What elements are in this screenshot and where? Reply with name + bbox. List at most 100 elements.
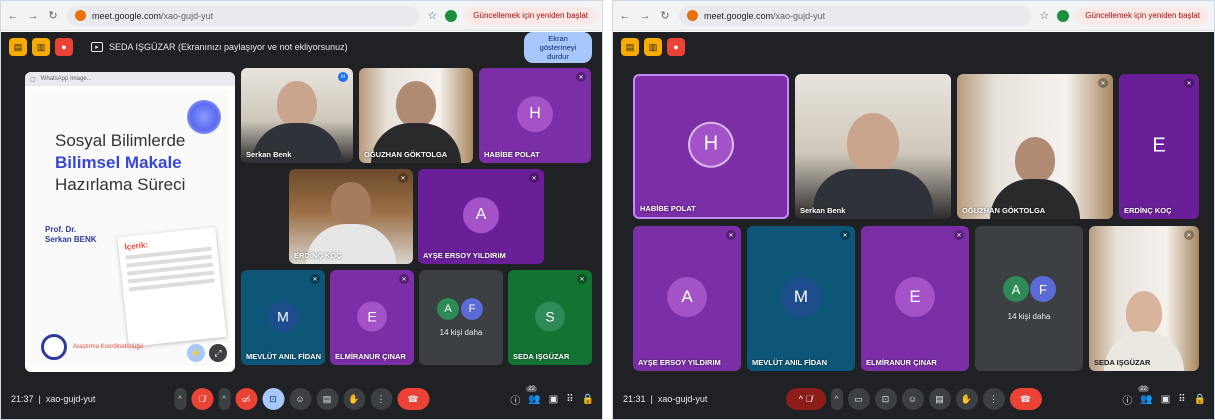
raise-hand-button[interactable]: ✋ (955, 388, 978, 410)
people-icon[interactable]: 👥 22 (526, 385, 541, 405)
participant-tile[interactable]: ✕ S SEDA IŞGÜZAR (508, 270, 592, 365)
camera-off-button[interactable]: ▭̸ (235, 388, 257, 410)
fullscreen-icon[interactable]: ⤢ (209, 344, 227, 362)
host-controls-icon[interactable]: 🔒 (1194, 394, 1206, 405)
activities-icon[interactable]: ▥ (32, 38, 50, 56)
update-button[interactable]: Güncellemek için yeniden başlat (465, 6, 596, 25)
site-favicon-icon (75, 10, 86, 21)
participant-tile[interactable]: ✕ A AYŞE ERSOY YILDIRIM (633, 226, 741, 371)
share-banner-text: SEDA IŞGÜZAR (Ekranınızı paylaşıyor ve n… (109, 42, 348, 52)
participant-tile[interactable]: ııı Serkan Benk (241, 68, 353, 163)
present-button[interactable]: ⊡ (262, 388, 284, 410)
participant-tile[interactable]: Serkan Benk (795, 74, 951, 219)
captions-button[interactable]: ▤ (928, 388, 951, 410)
meet-topbar: ▤ ▥ ● (9, 38, 73, 56)
more-participants-tile[interactable]: A F 14 kişi daha (419, 270, 503, 365)
participant-avatar: F (1030, 276, 1056, 302)
meeting-info: 21:31 | xao-gujd-yut (623, 394, 773, 404)
bookmark-star-icon[interactable]: ☆ (427, 9, 437, 22)
url-host: meet.google.com (704, 10, 774, 21)
record-icon[interactable]: ● (55, 38, 73, 56)
leave-call-button[interactable]: ☎ (397, 388, 429, 410)
captions-button[interactable]: ▤ (316, 388, 338, 410)
effects-icon[interactable]: ⚡ (187, 344, 205, 362)
emoji-button[interactable]: ☺ (289, 388, 311, 410)
participant-tile[interactable]: ✕ SEDA IŞGÜZAR (1089, 226, 1199, 371)
call-controls: ^ 🎙̸ ^ ▭ ⊡ ☺ ▤ ✋ ⋮ ☎ (785, 388, 1042, 410)
info-icon[interactable]: ⓘ (1122, 392, 1132, 407)
host-controls-icon[interactable]: 🔒 (582, 394, 594, 405)
participant-tile[interactable]: ✕ ERDİNÇ KOÇ (289, 169, 413, 264)
meet-topbar: ▤ ▥ ● (621, 38, 685, 56)
back-icon[interactable]: ← (7, 10, 19, 22)
update-button[interactable]: Güncellemek için yeniden başlat (1077, 6, 1208, 25)
mic-muted-icon: ✕ (577, 274, 587, 284)
emoji-button[interactable]: ☺ (901, 388, 924, 410)
participant-avatar: A (1003, 276, 1029, 302)
record-icon[interactable]: ● (667, 38, 685, 56)
camera-options-chevron-icon[interactable]: ^ (218, 388, 230, 410)
notes-icon[interactable]: ▤ (9, 38, 27, 56)
raise-hand-button[interactable]: ✋ (343, 388, 365, 410)
participant-name: HABİBE POLAT (484, 150, 540, 159)
camera-options-chevron-icon[interactable]: ^ (830, 388, 843, 410)
chat-icon[interactable]: ▣ (1161, 394, 1170, 405)
clock: 21:37 (11, 394, 34, 404)
participant-tile[interactable]: ✕ H HABİBE POLAT (479, 68, 591, 163)
participant-name: ELMİRANUR ÇINAR (866, 358, 937, 367)
more-options-button[interactable]: ⋮ (982, 388, 1005, 410)
participant-tile[interactable]: ✕ A AYŞE ERSOY YILDIRIM (418, 169, 544, 264)
stop-sharing-button[interactable]: Ekran göstermeyi durdur (524, 31, 592, 63)
chat-icon[interactable]: ▣ (549, 394, 558, 405)
participant-tile[interactable]: ✕ OĞUZHAN GÖKTOLGA (957, 74, 1113, 219)
presentation-controls: ⚡ ⤢ (187, 344, 227, 362)
bookmark-star-icon[interactable]: ☆ (1039, 9, 1049, 22)
participant-tile[interactable]: OĞUZHAN GÖKTOLGA (359, 68, 473, 163)
forward-icon[interactable]: → (27, 10, 39, 22)
mic-off-button[interactable]: 🎙̸ (191, 388, 213, 410)
reload-icon[interactable]: ↻ (47, 9, 59, 22)
mic-muted-icon: ✕ (1184, 230, 1194, 240)
left-screenshot: ← → ↻ meet.google.com/xao-gujd-yut ☆ Gün… (0, 0, 603, 420)
separator: | (650, 394, 653, 404)
screen-share-banner: ▸ SEDA IŞGÜZAR (Ekranınızı paylaşıyor ve… (91, 31, 592, 63)
participant-tile[interactable]: ✕ E ELMİRANUR ÇINAR (861, 226, 969, 371)
address-bar[interactable]: meet.google.com/xao-gujd-yut (67, 5, 420, 26)
participant-tile[interactable]: ✕ M MEVLÜT ANIL FİDAN (747, 226, 855, 371)
people-icon[interactable]: 👥 22 (1138, 385, 1153, 405)
participant-name: OĞUZHAN GÖKTOLGA (962, 206, 1046, 215)
participant-avatar: S (535, 301, 565, 331)
participant-tile[interactable]: H HABİBE POLAT (633, 74, 789, 219)
activities-grid-icon[interactable]: ⠿ (566, 394, 573, 405)
present-button[interactable]: ⊡ (874, 388, 897, 410)
mic-muted-icon: ✕ (1184, 78, 1194, 88)
notes-icon[interactable]: ▤ (621, 38, 639, 56)
participant-tile[interactable]: ✕ E ELMİRANUR ÇINAR (330, 270, 414, 365)
leave-call-button[interactable]: ☎ (1009, 388, 1042, 410)
camera-button[interactable]: ▭ (847, 388, 870, 410)
reload-icon[interactable]: ↻ (659, 9, 671, 22)
profile-avatar[interactable] (445, 9, 458, 22)
more-participants-count: 14 kişi daha (1007, 312, 1051, 321)
address-bar[interactable]: meet.google.com/xao-gujd-yut (679, 5, 1032, 26)
participant-avatar: M (268, 301, 298, 331)
forward-icon[interactable]: → (639, 10, 651, 22)
profile-avatar[interactable] (1057, 9, 1070, 22)
more-participants-tile[interactable]: A F 14 kişi daha (975, 226, 1083, 371)
activities-icon[interactable]: ▥ (644, 38, 662, 56)
participant-tile[interactable]: ✕ E ERDİNÇ KOÇ (1119, 74, 1199, 219)
activities-grid-icon[interactable]: ⠿ (1178, 394, 1185, 405)
meeting-code: xao-gujd-yut (45, 394, 96, 404)
info-icon[interactable]: ⓘ (510, 392, 520, 407)
present-icon: ▸ (91, 42, 103, 52)
meeting-controls-bar: 21:31 | xao-gujd-yut ^ 🎙̸ ^ ▭ ⊡ ☺ ▤ ✋ ⋮ … (613, 379, 1214, 419)
participant-count-badge: 22 (1138, 385, 1149, 392)
presentation-poster: Sosyal Bilimlerde Bilimsel Makale Hazırl… (31, 90, 229, 366)
mic-options-chevron-icon[interactable]: ^ (174, 388, 186, 410)
participant-name: Serkan Benk (800, 206, 846, 215)
participant-name: ELMİRANUR ÇINAR (335, 352, 406, 361)
mic-off-button[interactable]: ^ 🎙̸ (785, 388, 826, 410)
back-icon[interactable]: ← (619, 10, 631, 22)
more-options-button[interactable]: ⋮ (370, 388, 392, 410)
participant-tile[interactable]: ✕ M MEVLÜT ANIL FİDAN (241, 270, 325, 365)
